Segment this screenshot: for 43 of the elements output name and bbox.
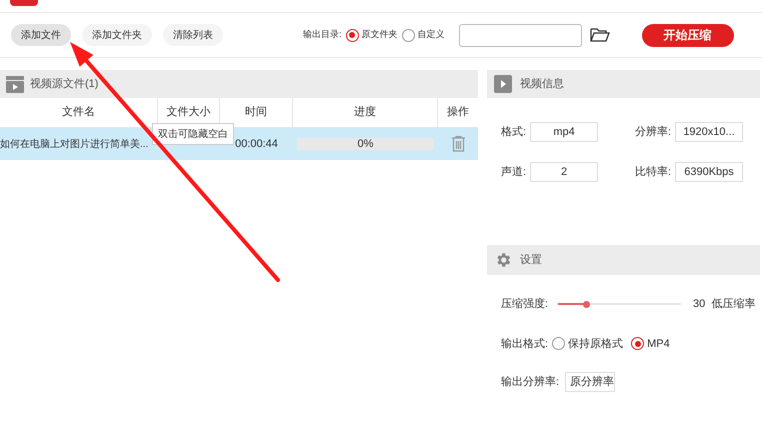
panel-title: 视频源文件(1): [30, 76, 98, 92]
resolution-dropdown[interactable]: 原分辨率: [565, 372, 616, 392]
field-label: 格式:: [501, 124, 526, 140]
toolbar-button[interactable]: 添加文件: [11, 24, 71, 46]
radio-label: MP4: [647, 336, 670, 352]
info-field: 1920x10...: [675, 122, 743, 142]
table-cell-text: 如何在电脑上对图片进行简单美...: [0, 138, 150, 152]
folder-icon[interactable]: [590, 28, 610, 42]
output-resolution-label: 输出分辨率:: [501, 374, 560, 390]
start-compress-button[interactable]: 开始压缩: [642, 24, 734, 46]
field-label: 分辨率:: [634, 124, 671, 140]
progress-bar: 0%: [297, 138, 434, 150]
radio-label: 保持原格式: [568, 336, 624, 352]
field-label: 声道:: [501, 164, 526, 180]
compression-slider[interactable]: [558, 300, 681, 308]
field-label: 比特率:: [634, 164, 671, 180]
output-format-label: 输出格式:: [501, 336, 548, 352]
compression-label: 压缩强度:: [501, 296, 550, 312]
radio-button[interactable]: [631, 337, 644, 350]
clapperboard-icon: [6, 76, 24, 92]
radio-label: 自定义: [418, 28, 445, 42]
radio-button[interactable]: [402, 28, 415, 42]
radio-button[interactable]: [552, 337, 566, 350]
compression-value: 30: [693, 297, 706, 312]
table-cell-text: 00:00:44: [234, 136, 279, 152]
column-header: 操作: [446, 105, 470, 120]
panel-title: 设置: [520, 252, 542, 268]
info-field: mp4: [530, 122, 598, 142]
radio-label: 原文件夹: [362, 28, 398, 42]
toolbar-button[interactable]: 添加文件夹: [82, 24, 152, 46]
toolbar-button[interactable]: 清除列表: [163, 24, 223, 46]
app-logo: [10, 0, 38, 6]
column-header: 进度: [293, 98, 438, 127]
play-icon: [494, 75, 512, 93]
info-field: 6390Kbps: [675, 162, 743, 182]
trash-icon[interactable]: [452, 136, 464, 152]
path-field[interactable]: [458, 24, 582, 46]
output-dir-label: 输出目录:: [303, 28, 342, 42]
compression-note: 低压缩率: [711, 296, 756, 312]
tooltip: 双击可隐藏空白: [152, 123, 234, 145]
radio-button[interactable]: [346, 28, 359, 42]
panel-title: 视频信息: [520, 76, 564, 92]
info-field: 2: [530, 162, 598, 182]
